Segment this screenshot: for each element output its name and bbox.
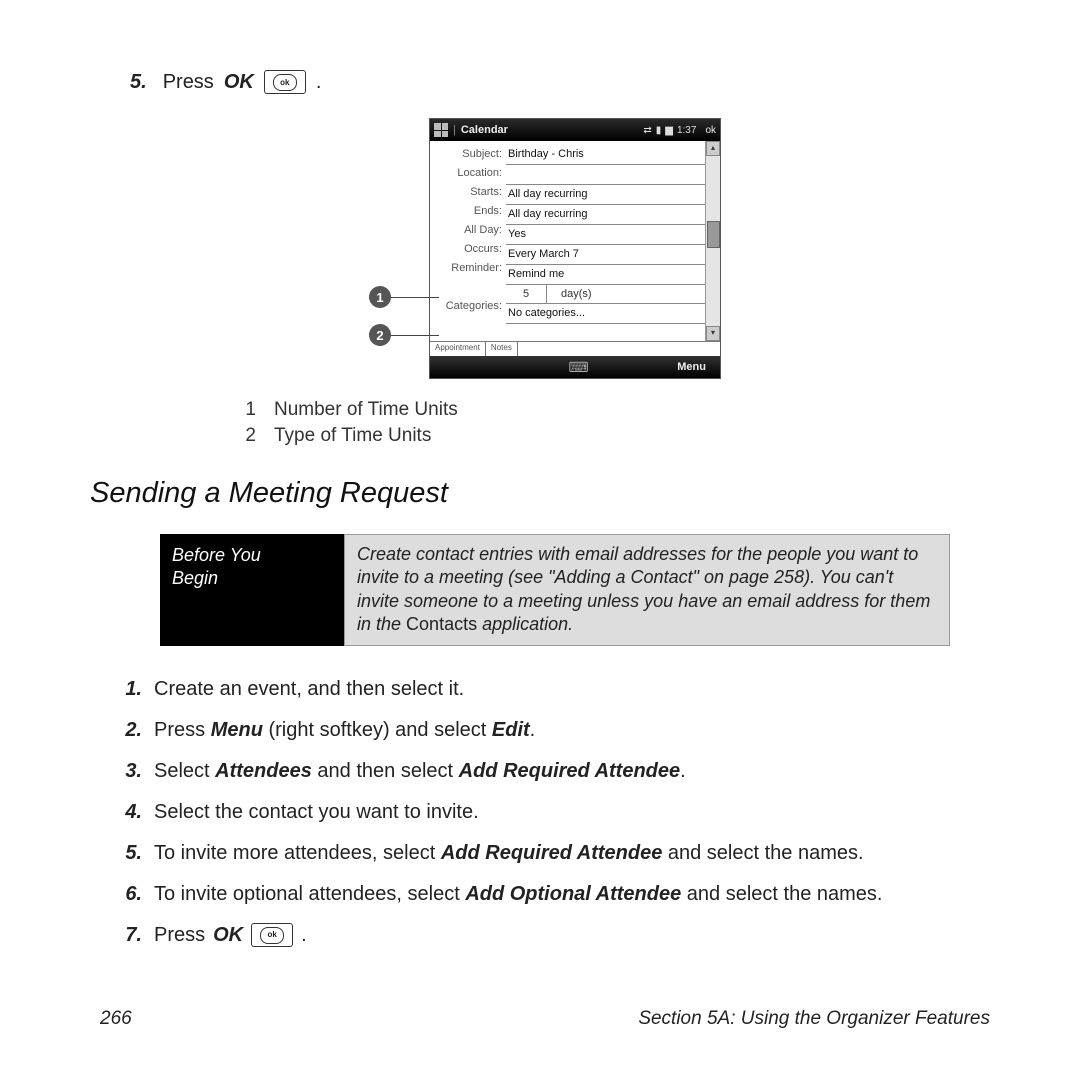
byb-text-c: application. [482,614,573,634]
step-7-text: Press OK ok . [154,922,307,949]
status-icons: ⇄ ▮ ▆ 1:37 [643,125,696,136]
value-reminder-unit[interactable]: day(s) [547,285,705,304]
step-1-text: Create an event, and then select it. [154,676,464,703]
value-allday[interactable]: Yes [506,225,705,245]
section-heading: Sending a Meeting Request [90,477,990,510]
value-location[interactable] [506,165,705,185]
step-7-num: 7. [120,922,142,949]
callout-legend: 1 Number of Time Units 2 Type of Time Un… [240,399,990,447]
step-6-num: 6. [120,881,142,908]
value-ends[interactable]: All day recurring [506,205,705,225]
phone-screenshot: | Calendar ⇄ ▮ ▆ 1:37 ok Subject: Locati… [429,118,721,379]
callout-2: 2 [369,324,391,346]
step-1: 1. Create an event, and then select it. [120,676,990,703]
value-reminder[interactable]: Remind me [506,265,705,285]
sync-icon: ⇄ [643,125,651,136]
label-location: Location: [430,164,506,183]
phone-body: Subject: Location: Starts: Ends: All Day… [430,141,720,341]
legend-2-text: Type of Time Units [274,425,431,447]
legend-2-num: 2 [240,425,256,447]
values-column: Birthday - Chris All day recurring All d… [506,141,705,341]
step-6-text: To invite optional attendees, select Add… [154,881,882,908]
step-1-num: 1. [120,676,142,703]
byb-text: Create contact entries with email addres… [344,534,950,646]
page-number: 266 [100,1008,132,1030]
label-ends: Ends: [430,202,506,221]
ok-key-inner: ok [260,927,284,944]
step-6: 6. To invite optional attendees, select … [120,881,990,908]
phone-titlebar: | Calendar ⇄ ▮ ▆ 1:37 ok [430,119,720,141]
step-3: 3. Select Attendees and then select Add … [120,758,990,785]
ok-key-icon: ok [251,923,293,947]
ok-key-icon: ok [264,70,306,94]
step-2-text: Press Menu (right softkey) and select Ed… [154,717,535,744]
step-4-text: Select the contact you want to invite. [154,799,479,826]
step-2-num: 2. [120,717,142,744]
label-reminder-blank [430,278,506,297]
section-label: Section 5A: Using the Organizer Features [638,1008,990,1030]
legend-1-num: 1 [240,399,256,421]
callout-1: 1 [369,286,391,308]
before-you-begin-box: Before You Begin Create contact entries … [160,534,950,646]
step-text-press: Press [163,71,214,94]
value-reminder-number[interactable]: 5 [506,285,547,304]
byb-text-b: Contacts [406,614,477,634]
step-text-ok: OK [224,71,254,94]
step-5-text: To invite more attendees, select Add Req… [154,840,864,867]
label-subject: Subject: [430,145,506,164]
labels-column: Subject: Location: Starts: Ends: All Day… [430,141,506,341]
value-occurs[interactable]: Every March 7 [506,245,705,265]
start-flag-icon[interactable] [434,123,448,137]
tab-notes[interactable]: Notes [486,342,518,356]
step-5-num: 5. [120,840,142,867]
scrollbar[interactable]: ▴ ▾ [705,141,720,341]
byb-label: Before You Begin [160,534,344,646]
label-allday: All Day: [430,221,506,240]
phone-softbar: ⌨ Menu [430,356,720,378]
label-starts: Starts: [430,183,506,202]
softkey-menu[interactable]: Menu [677,361,720,373]
value-subject[interactable]: Birthday - Chris [506,145,705,165]
step-5: 5. To invite more attendees, select Add … [120,840,990,867]
scroll-up-icon[interactable]: ▴ [706,141,720,156]
ok-key-inner: ok [273,74,297,91]
step-4: 4. Select the contact you want to invite… [120,799,990,826]
step-5-press-ok: 5. Press OK ok . [100,70,990,94]
step-period: . [316,71,322,94]
screenshot-block: 1 2 | Calendar ⇄ ▮ ▆ 1:37 [100,118,990,379]
value-starts[interactable]: All day recurring [506,185,705,205]
signal-icon: ▮ [656,125,662,136]
step-7: 7. Press OK ok . [120,922,990,949]
callout-column: 1 2 [369,118,429,368]
instruction-steps: 1. Create an event, and then select it. … [120,676,990,949]
step-4-num: 4. [120,799,142,826]
page-footer: 266 Section 5A: Using the Organizer Feat… [100,1008,990,1030]
titlebar-ok-button[interactable]: ok [705,125,716,136]
label-occurs: Occurs: [430,240,506,259]
phone-tabs: Appointment Notes [430,341,720,356]
titlebar-title: Calendar [461,124,508,136]
value-categories[interactable]: No categories... [506,304,705,324]
step-2: 2. Press Menu (right softkey) and select… [120,717,990,744]
tab-appointment[interactable]: Appointment [430,342,486,356]
clock-text: 1:37 [677,125,696,136]
scroll-down-icon[interactable]: ▾ [706,326,720,341]
keyboard-icon[interactable]: ⌨ [480,359,677,376]
step-number: 5. [130,71,147,94]
legend-1-text: Number of Time Units [274,399,458,421]
label-categories: Categories: [430,297,506,316]
step-3-text: Select Attendees and then select Add Req… [154,758,686,785]
step-3-num: 3. [120,758,142,785]
scroll-thumb[interactable] [707,221,720,248]
byb-label-line2: Begin [172,568,218,588]
battery-icon: ▆ [665,125,673,136]
label-reminder: Reminder: [430,259,506,278]
byb-label-line1: Before You [172,545,261,565]
